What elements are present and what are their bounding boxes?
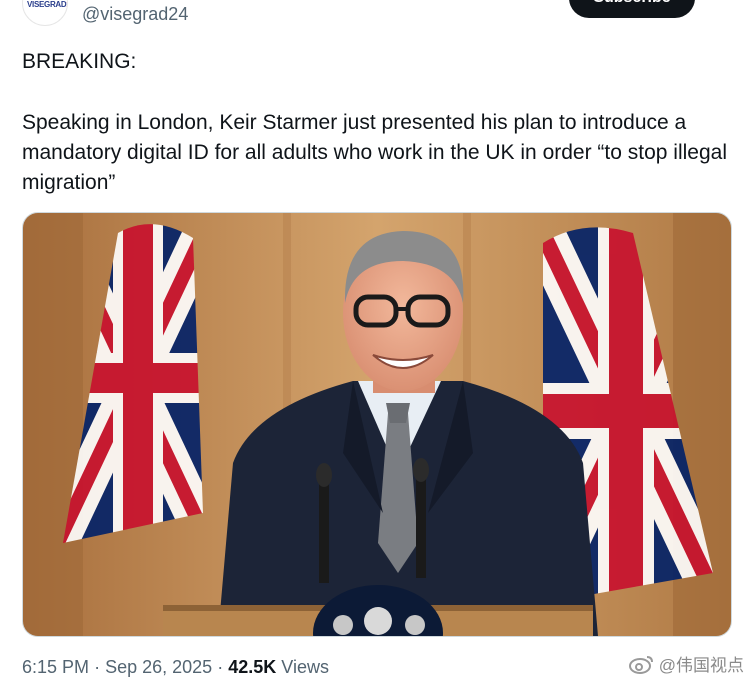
tweet-photo[interactable] <box>22 212 732 637</box>
tweet-line-breaking: BREAKING: <box>22 50 137 73</box>
views-label: Views <box>281 657 329 677</box>
watermark: @伟国视点 <box>628 651 744 676</box>
avatar[interactable]: VISEGRAD24 <box>22 0 68 26</box>
watermark-text: @伟国视点 <box>658 656 744 675</box>
tweet-time[interactable]: 6:15 PM <box>22 657 89 677</box>
author-handle[interactable]: @visegrad24 <box>82 4 188 25</box>
tweet-date[interactable]: Sep 26, 2025 <box>105 657 212 677</box>
views-count: 42.5K <box>228 657 277 677</box>
avatar-logo: VISEGRAD24 <box>27 0 67 9</box>
press-conference-photo <box>23 213 731 636</box>
meta-separator: · <box>217 657 224 677</box>
tweet-body: Speaking in London, Keir Starmer just pr… <box>22 111 727 194</box>
tweet-text: BREAKING: Speaking in London, Keir Starm… <box>22 47 734 198</box>
subscribe-button[interactable]: Subscribe <box>569 0 695 18</box>
weibo-icon <box>628 655 653 674</box>
meta-separator: · <box>94 657 101 677</box>
tweet-meta: 6:15 PM · Sep 26, 2025 · 42.5K Views <box>22 657 329 678</box>
